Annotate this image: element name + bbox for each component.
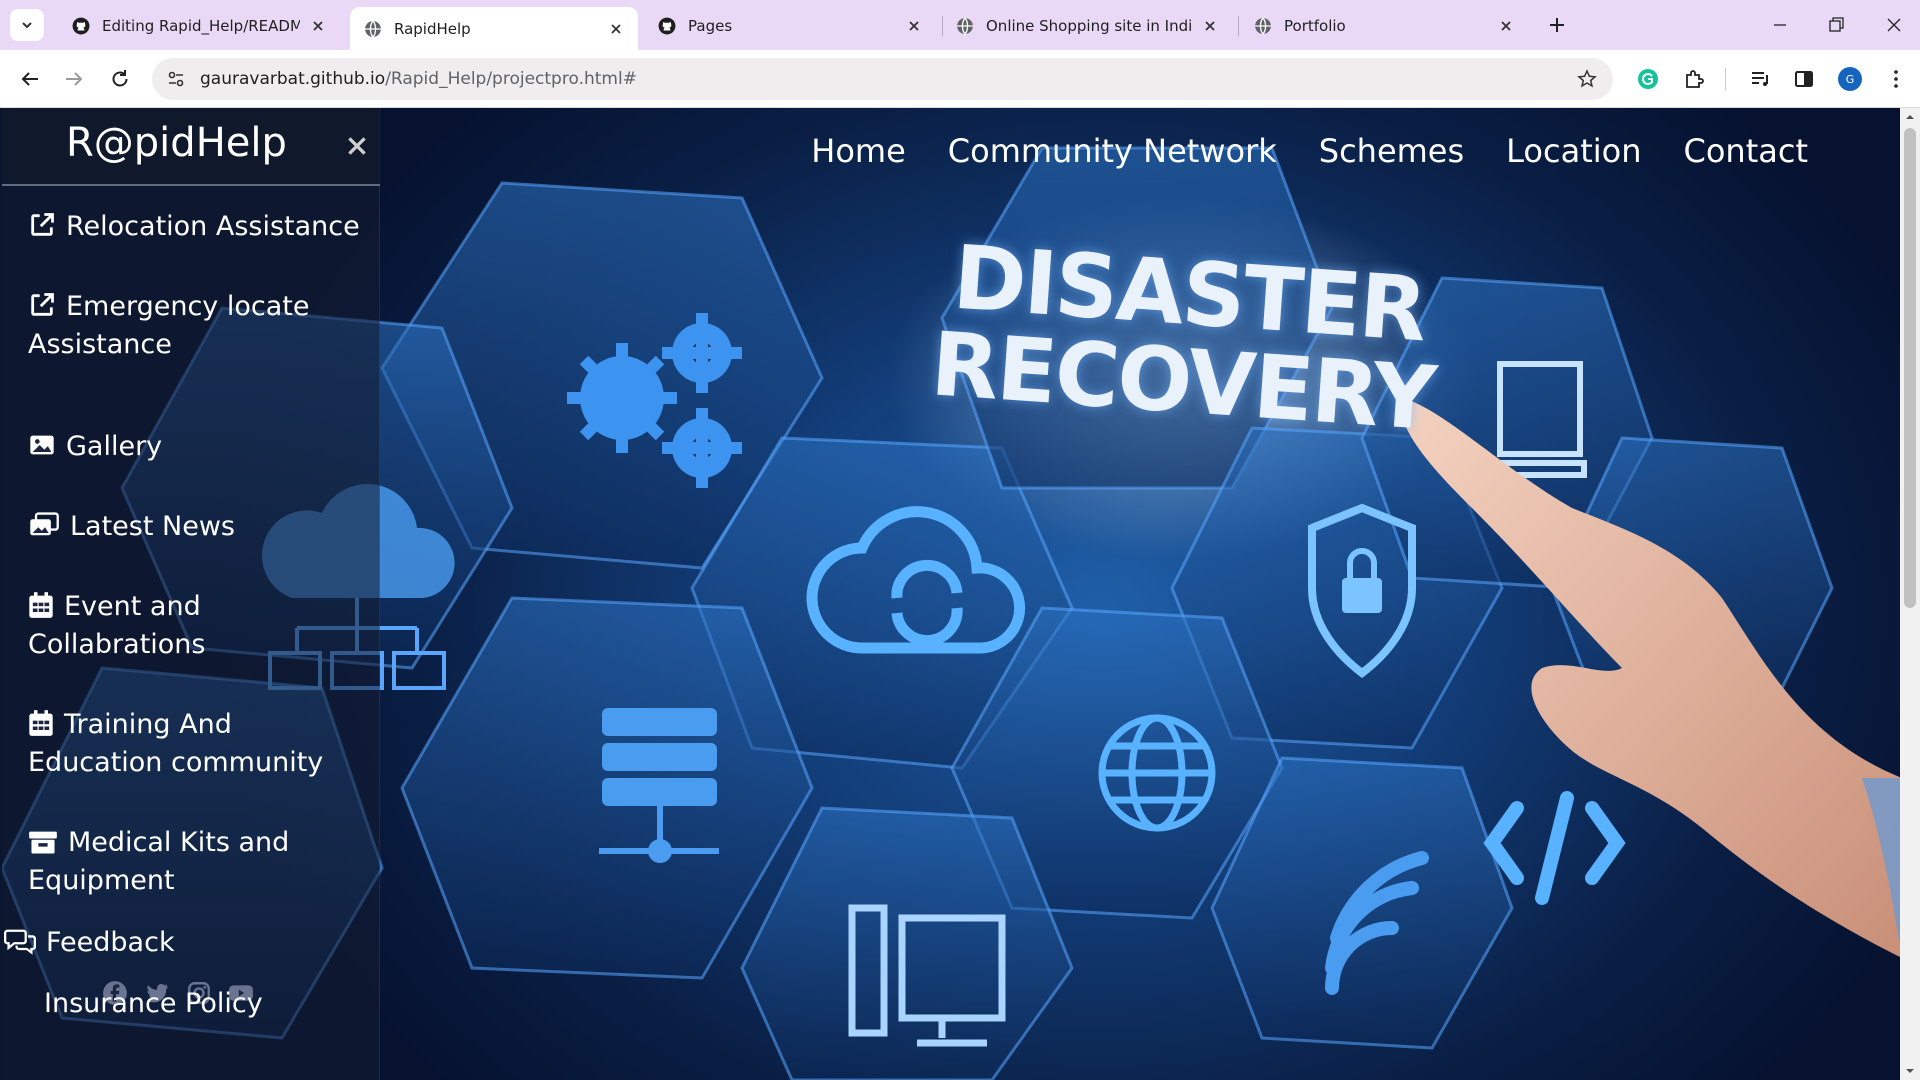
side-panel-icon[interactable]	[1792, 67, 1816, 91]
hexagon-tile	[740, 806, 1074, 1080]
tab-title: Editing Rapid_Help/README.m	[102, 16, 300, 35]
extensions-puzzle-icon[interactable]	[1682, 67, 1706, 91]
tab-portfolio[interactable]: Portfolio	[1240, 7, 1528, 44]
close-sidebar-icon[interactable]	[344, 133, 370, 159]
sidebar-item-label: Latest News	[70, 511, 235, 542]
tab-rapidhelp[interactable]: RapidHelp	[350, 7, 638, 50]
sidebar-item-medical-kits[interactable]: Medical Kits and Equipment	[28, 824, 368, 900]
sidebar-item-emergency-locate[interactable]: Emergency locate Assistance	[28, 288, 368, 364]
url-domain: gauravarbat.github.io	[200, 69, 386, 89]
forward-arrow-icon[interactable]	[62, 67, 86, 91]
scrollbar-thumb[interactable]	[1904, 128, 1916, 608]
url-path: /Rapid_Help/projectpro.html#	[385, 69, 637, 89]
browser-tab-strip: Editing Rapid_Help/README.m RapidHelp Pa…	[0, 0, 1920, 50]
external-link-icon	[31, 293, 54, 316]
sidebar-item-label: Gallery	[66, 431, 163, 462]
sidebar-item-label: Feedback	[46, 927, 175, 958]
tab-title: Online Shopping site in India: S	[986, 16, 1192, 35]
sidebar-item-events[interactable]: Event and Collabrations	[28, 588, 368, 664]
close-icon[interactable]	[1498, 18, 1514, 34]
sidebar-item-label: Emergency locate Assistance	[28, 291, 310, 360]
tab-search-button[interactable]	[10, 9, 44, 41]
github-icon	[72, 17, 90, 34]
close-icon[interactable]	[608, 21, 624, 37]
images-icon	[30, 512, 59, 536]
hero-headline: DISASTER RECOVERY	[928, 226, 1438, 451]
tab-pages[interactable]: Pages	[644, 7, 936, 44]
github-icon	[658, 17, 676, 34]
page-viewport: DISASTER RECOVERY Home Community Network…	[2, 108, 1900, 1080]
close-icon[interactable]	[310, 18, 326, 34]
nav-location[interactable]: Location	[1506, 132, 1641, 170]
new-tab-plus-icon[interactable]	[1545, 13, 1569, 37]
nav-schemes[interactable]: Schemes	[1319, 132, 1464, 170]
sidebar-item-relocation[interactable]: Relocation Assistance	[28, 208, 368, 246]
scroll-up-arrow-icon[interactable]	[1905, 112, 1915, 122]
sidebar-item-feedback[interactable]: Feedback	[4, 924, 344, 962]
page-scrollbar[interactable]	[1900, 108, 1920, 1080]
address-bar[interactable]: gauravarbat.github.io/Rapid_Help/project…	[152, 58, 1613, 100]
reload-icon[interactable]	[108, 67, 132, 91]
more-menu-icon[interactable]	[1884, 67, 1908, 91]
restore-icon[interactable]	[1824, 13, 1848, 37]
pointing-hand-image	[1400, 398, 1900, 957]
sidebar-item-label: Training And Education community	[28, 709, 324, 778]
site-settings-icon[interactable]	[166, 69, 186, 89]
tab-title: Portfolio	[1284, 16, 1346, 35]
close-window-icon[interactable]	[1882, 13, 1906, 37]
main-navigation: Home Community Network Schemes Location …	[811, 132, 1808, 170]
nav-contact[interactable]: Contact	[1684, 132, 1809, 170]
toolbar-separator	[1725, 68, 1726, 90]
sidebar-item-training[interactable]: Training And Education community	[28, 706, 368, 782]
brand-logo-text[interactable]: R@pidHelp	[66, 120, 287, 166]
bookmark-star-icon[interactable]	[1577, 69, 1597, 89]
back-arrow-icon[interactable]	[18, 67, 42, 91]
sidebar: R@pidHelp Relocation Assistance Emergenc…	[2, 108, 380, 1080]
tab-title: RapidHelp	[394, 19, 471, 38]
image-icon	[30, 435, 54, 455]
tab-shopping[interactable]: Online Shopping site in India: S	[942, 7, 1232, 44]
box-icon	[29, 831, 57, 854]
insurance-policy-link[interactable]: Insurance Policy	[44, 988, 263, 1019]
calendar-icon	[29, 710, 53, 736]
scroll-down-arrow-icon[interactable]	[1905, 1066, 1915, 1076]
sidebar-item-label: Event and Collabrations	[28, 591, 206, 660]
sidebar-item-gallery[interactable]: Gallery	[28, 428, 368, 466]
nav-community-network[interactable]: Community Network	[948, 132, 1277, 170]
profile-avatar[interactable]: G	[1838, 67, 1862, 91]
chevron-down-icon	[22, 22, 32, 29]
globe-icon	[365, 20, 381, 38]
sidebar-item-label: Relocation Assistance	[66, 211, 360, 242]
media-control-icon[interactable]	[1748, 67, 1772, 91]
tab-title: Pages	[688, 16, 733, 35]
sidebar-item-label: Medical Kits and Equipment	[28, 827, 290, 896]
nav-home[interactable]: Home	[811, 132, 906, 170]
calendar-icon	[29, 592, 53, 618]
close-icon[interactable]	[1202, 18, 1218, 34]
grammarly-icon[interactable]	[1636, 67, 1660, 91]
url-text[interactable]: gauravarbat.github.io/Rapid_Help/project…	[200, 69, 637, 89]
globe-icon	[957, 17, 973, 35]
browser-toolbar: gauravarbat.github.io/Rapid_Help/project…	[0, 50, 1920, 108]
minimize-icon[interactable]	[1768, 13, 1792, 37]
sidebar-item-latest-news[interactable]: Latest News	[28, 508, 368, 546]
tab-readme[interactable]: Editing Rapid_Help/README.m	[58, 7, 340, 44]
close-icon[interactable]	[906, 18, 922, 34]
sidebar-header: R@pidHelp	[2, 108, 380, 186]
tab-separator	[1238, 16, 1239, 36]
comments-icon	[4, 929, 36, 955]
external-link-icon	[31, 213, 54, 236]
globe-icon	[1255, 17, 1271, 35]
